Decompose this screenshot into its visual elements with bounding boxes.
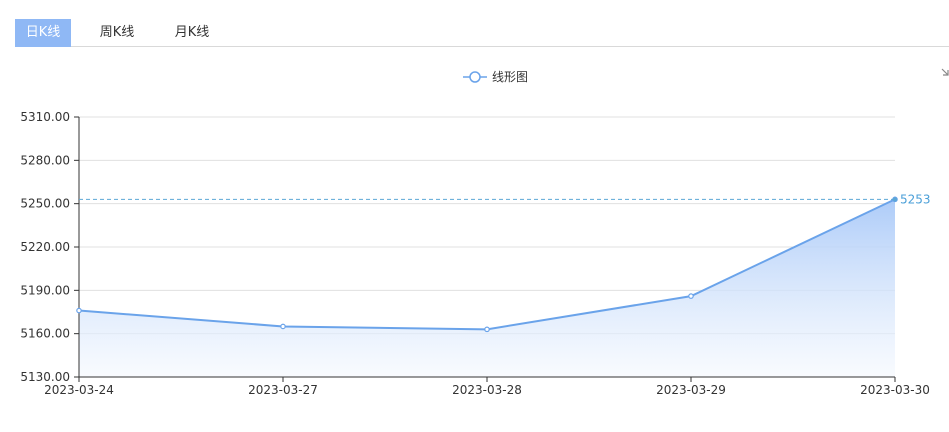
chart-page: 日K线 周K线 月K线 5130.00 5160.00 5190.00 5220.00…	[0, 0, 949, 432]
markline-label: 5253	[900, 192, 931, 206]
legend-label: 线形图	[492, 70, 528, 84]
x-tick-label: 2023-03-30	[860, 383, 930, 397]
y-tick-label: 5310.00	[20, 110, 70, 124]
data-point	[484, 326, 490, 333]
y-tick-label: 5250.00	[20, 197, 70, 211]
y-tick-label: 5220.00	[20, 240, 70, 254]
y-tick-label: 5130.00	[20, 370, 70, 384]
x-tick-label: 2023-03-24	[44, 383, 114, 397]
legend-circle-icon	[469, 71, 481, 83]
data-point	[688, 293, 694, 299]
markline-end-point	[893, 197, 897, 202]
y-tick-label: 5190.00	[20, 283, 70, 297]
series-area	[79, 199, 895, 377]
x-tick-label: 2023-03-29	[656, 383, 726, 397]
x-tick-label: 2023-03-28	[452, 383, 522, 397]
y-tick-label: 5280.00	[20, 153, 70, 167]
y-tick-label: 5160.00	[20, 327, 70, 341]
data-point	[280, 323, 286, 330]
x-tick-label: 2023-03-27	[248, 383, 318, 397]
data-point	[76, 307, 82, 314]
line-chart: 5130.00 5160.00 5190.00 5220.00 5250.00 5280.…	[20, 70, 931, 397]
